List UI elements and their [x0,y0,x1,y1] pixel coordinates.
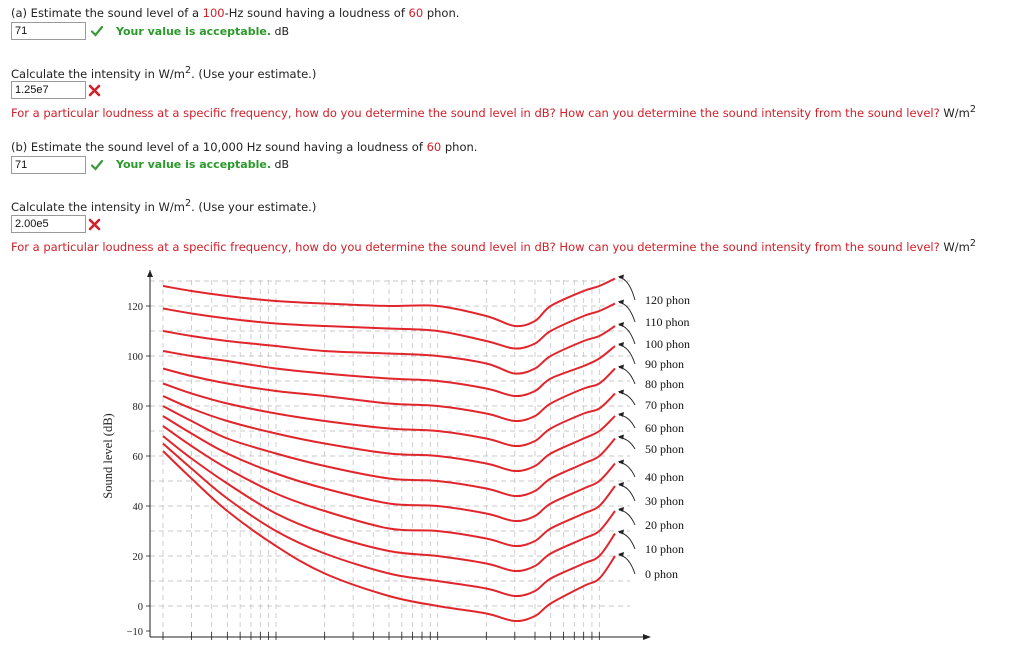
hint-b-text: For a particular loudness at a specific … [11,239,940,254]
curve-label-arrowhead [618,529,624,535]
feedback-b-level: Your value is acceptable. dB [116,158,289,171]
hint-b: For a particular loudness at a specific … [11,238,976,254]
curve-label-arrowhead [618,389,624,395]
curve-label-arrowhead [618,342,624,347]
curve-label-leader [618,484,636,502]
x-icon [88,218,101,231]
curve-label-text: 30 phon [645,494,684,508]
curve-label-arrowhead [618,299,624,305]
feedback-a-text: Your value is acceptable. [116,25,271,38]
curve-label-arrowhead [618,459,624,465]
q-a-prefix: (a) Estimate the sound level of a [11,6,203,20]
hint-a-text: For a particular loudness at a specific … [11,105,940,120]
q-a-suffix: phon. [423,6,460,20]
equal-loudness-chart: 120 100 80 60 40 20 0 −10 120 phon 110 phon 100 p… [101,270,690,640]
answer-a-intensity-input[interactable]: 1.25e7 [11,81,86,99]
curve-label-leader [618,344,636,365]
check-icon [90,159,104,171]
q-a2-suffix: . (Use your estimate.) [191,66,317,81]
q-a-frequency: 100 [202,6,225,20]
curve-label-text: 90 phon [645,357,684,371]
curve-label-leader [618,509,636,526]
question-a-estimate: (a) Estimate the sound level of a 100-Hz… [11,6,459,20]
curve-label-text: 70 phon [645,398,684,412]
hint-b-sup: 2 [969,238,976,249]
q-b2-prefix: Calculate the intensity in W/m [11,199,185,214]
curve-label-leader [618,324,636,345]
curve-label-text: 110 phon [645,315,690,329]
chart-curve-labels: 120 phon 110 phon 100 phon 90 phon 80 phon 70… [618,274,690,581]
curve-label-arrowhead [618,322,624,327]
chart-grid [150,280,630,637]
curve-label-arrowhead [618,507,624,512]
x-icon [88,84,101,97]
y-axis-arrow [147,270,153,277]
check-icon [90,25,104,37]
hint-a-sup: 2 [969,104,976,115]
curve-10-phon [162,442,616,598]
curve-label-text: 10 phon [645,542,684,556]
feedback-b-text: Your value is acceptable. [116,158,271,171]
curve-80-phon [162,367,616,423]
q-a2-prefix: Calculate the intensity in W/m [11,66,185,81]
curve-label-leader [618,392,636,406]
unit-b-db: dB [274,158,290,171]
question-b-intensity: Calculate the intensity in W/m2. (Use yo… [11,198,316,214]
hint-a: For a particular loudness at a specific … [11,104,976,120]
q-b-prefix: (b) Estimate the sound level of a 10,000… [11,140,427,154]
q-b-phon: 60 [426,140,442,154]
curve-label-text: 60 phon [645,421,684,435]
curve-label-text: 40 phon [645,470,684,484]
curve-label-leader [618,462,636,478]
feedback-a-level: Your value is acceptable. dB [116,25,289,38]
y-tick-label: 0 [138,602,143,613]
y-tick-label: 20 [133,552,144,563]
y-tick-label: 120 [127,302,143,313]
x-axis-arrow [643,634,651,640]
curve-label-text: 50 phon [645,442,684,456]
y-tick-label: −10 [127,627,143,638]
q-b-suffix: phon. [441,140,478,154]
q-b2-suffix: . (Use your estimate.) [191,199,317,214]
curve-label-arrowhead [618,482,624,487]
answer-b-intensity-input[interactable]: 2.00e5 [11,215,86,233]
hint-b-unit: W/m [943,239,970,254]
curve-label-leader [618,532,636,550]
curve-label-text: 100 phon [645,337,690,351]
curve-label-leader [618,367,636,385]
hint-a-unit: W/m [943,105,970,120]
y-tick-label: 40 [133,502,144,513]
curve-label-text: 20 phon [645,518,684,532]
curve-label-arrowhead [618,274,624,280]
y-axis-label: Sound level (dB) [101,413,115,498]
curve-label-text: 0 phon [645,567,678,581]
answer-a-level-input[interactable]: 71 [11,22,86,40]
curve-label-text: 120 phon [645,293,690,307]
question-a-intensity: Calculate the intensity in W/m2. (Use yo… [11,65,316,81]
q-a-mid: -Hz sound having a loudness of [224,6,409,20]
unit-a-db: dB [274,25,290,38]
y-tick-label: 60 [133,452,144,463]
question-b-estimate: (b) Estimate the sound level of a 10,000… [11,140,477,154]
curve-label-leader [618,414,636,429]
curve-label-leader [618,437,636,450]
curve-label-arrowhead [618,364,624,370]
curve-label-leader [618,302,636,323]
answer-b-level-input[interactable]: 71 [11,156,86,174]
curve-label-arrowhead [618,434,624,440]
curve-label-arrowhead [618,412,624,417]
q-a-phon: 60 [408,6,424,20]
y-tick-label: 100 [127,352,143,363]
curve-label-leader [618,554,636,575]
y-tick-label: 80 [133,402,144,413]
curve-label-text: 80 phon [645,377,684,391]
